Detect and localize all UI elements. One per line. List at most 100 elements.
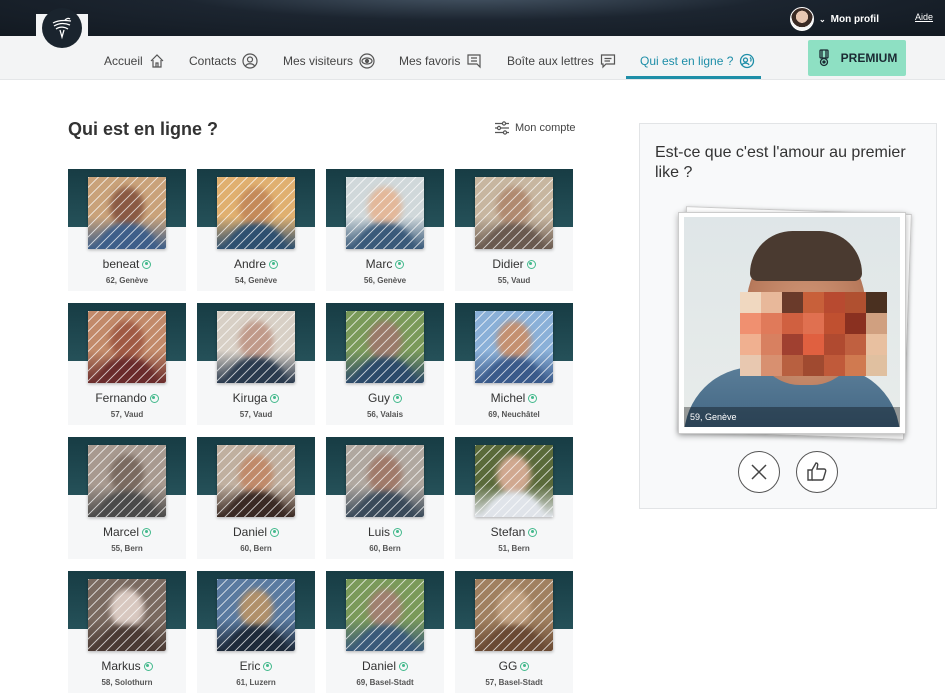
blur-overlay [475,177,553,249]
pixel-block [824,334,845,355]
pixel-block [803,313,824,334]
premium-button[interactable]: PREMIUM [808,40,906,76]
blur-overlay [88,177,166,249]
profile-name[interactable]: Didier [492,257,523,271]
profile-name-row: Daniel [326,659,444,673]
top-bar: ⌄ Mon profil Aide [0,0,945,36]
help-link[interactable]: Aide [915,12,933,22]
profile-photo[interactable] [217,579,295,651]
nav-item-favoris[interactable]: Mes favoris [399,50,482,72]
profile-name[interactable]: Michel [491,391,526,405]
online-status-icon [520,661,530,671]
profile-card[interactable]: Marcel 55, Bern [68,437,186,559]
profile-name-row: Markus [68,659,186,673]
profile-name[interactable]: GG [499,659,518,673]
profile-photo[interactable] [346,177,424,249]
profile-card[interactable]: Marc 56, Genève [326,169,444,291]
profile-photo[interactable] [88,177,166,249]
main-nav: Accueil Contacts Mes visiteurs Mes favor… [0,36,945,80]
like-panel: Est-ce que c'est l'amour au premier like… [639,123,937,509]
pixel-block [845,292,866,313]
blur-overlay [475,311,553,383]
profile-name-row: Eric [197,659,315,673]
profile-card[interactable]: Daniel 60, Bern [197,437,315,559]
profile-photo[interactable] [475,177,553,249]
profile-name[interactable]: Andre [234,257,266,271]
profile-age-location: 54, Genève [234,276,278,285]
profile-photo[interactable] [217,445,295,517]
bookmark-icon [467,54,481,69]
profile-photo[interactable] [346,445,424,517]
avatar[interactable] [789,7,814,31]
featured-photo-card[interactable]: 59, Genève [678,212,906,434]
profile-card[interactable]: Luis 60, Bern [326,437,444,559]
blur-overlay [475,445,553,517]
profile-menu[interactable]: ⌄ Mon profil [789,7,879,31]
profile-photo[interactable] [88,579,166,651]
profile-photo[interactable] [88,311,166,383]
profile-card[interactable]: Kiruga 57, Vaud [197,303,315,425]
pixel-block [866,292,887,313]
profile-label[interactable]: Mon profil [831,14,879,25]
profile-photo[interactable] [346,311,424,383]
profile-name[interactable]: Stefan [491,525,526,539]
pixel-block [803,334,824,355]
profile-name[interactable]: Marc [366,257,393,271]
logo-badge [42,8,82,48]
profile-card[interactable]: Didier 55, Vaud [455,169,573,291]
online-status-icon [526,259,536,269]
profile-age-location: 61, Luzern [236,678,276,687]
profile-card[interactable]: beneat 62, Genève [68,169,186,291]
profile-card[interactable]: Fernando 57, Vaud [68,303,186,425]
profile-photo[interactable] [217,311,295,383]
profile-age-location: 60, Bern [369,544,401,553]
pixel-block [782,334,803,355]
profile-name[interactable]: Daniel [362,659,396,673]
profile-card[interactable]: Eric 61, Luzern [197,571,315,693]
profile-name[interactable]: Fernando [95,391,146,405]
nav-item-lettres[interactable]: Boîte aux lettres [507,50,616,72]
home-icon [150,54,164,68]
dislike-button[interactable] [738,451,780,493]
chevron-down-icon: ⌄ [818,14,826,24]
profile-card[interactable]: Stefan 51, Bern [455,437,573,559]
pixel-block [740,313,761,334]
profile-photo[interactable] [475,445,553,517]
profile-card[interactable]: Daniel 69, Basel-Stadt [326,571,444,693]
profile-name-row: Marcel [68,525,186,539]
profile-name[interactable]: Kiruga [233,391,268,405]
profile-photo[interactable] [475,311,553,383]
pixel-block [824,292,845,313]
profile-photo[interactable] [346,579,424,651]
profile-photo[interactable] [475,579,553,651]
nav-item-contacts[interactable]: Contacts [189,50,258,72]
profile-age-location: 69, Neuchâtel [488,410,540,419]
profile-age-location: 56, Valais [366,410,404,419]
profile-name[interactable]: Luis [368,525,390,539]
profile-photo[interactable] [217,177,295,249]
profile-name[interactable]: Daniel [233,525,267,539]
profile-name[interactable]: Guy [368,391,390,405]
profile-photo[interactable] [88,445,166,517]
profile-name[interactable]: Eric [240,659,261,673]
profile-age-location: 55, Vaud [497,276,531,285]
profile-card[interactable]: Markus 58, Solothurn [68,571,186,693]
nav-item-accueil[interactable]: Accueil [104,50,165,72]
page-title: Qui est en ligne ? [68,119,219,139]
profile-age-location: 60, Bern [240,544,272,553]
profile-age-location: 57, Vaud [239,410,273,419]
profile-grid: beneat 62, Genève Andre 54, Genève Marc 56, G… [68,169,573,693]
nav-item-visiteurs[interactable]: Mes visiteurs [283,50,375,72]
profile-name[interactable]: Marcel [103,525,139,539]
account-link[interactable]: Mon compte [494,121,576,135]
chat-icon [600,54,615,69]
like-button[interactable] [796,451,838,493]
profile-name[interactable]: beneat [103,257,140,271]
profile-name[interactable]: Markus [101,659,140,673]
nav-item-en-ligne[interactable]: Qui est en ligne ? [640,50,755,72]
profile-card[interactable]: Guy 56, Valais [326,303,444,425]
blur-overlay [346,177,424,249]
profile-card[interactable]: GG 57, Basel-Stadt [455,571,573,693]
profile-card[interactable]: Andre 54, Genève [197,169,315,291]
profile-card[interactable]: Michel 69, Neuchâtel [455,303,573,425]
